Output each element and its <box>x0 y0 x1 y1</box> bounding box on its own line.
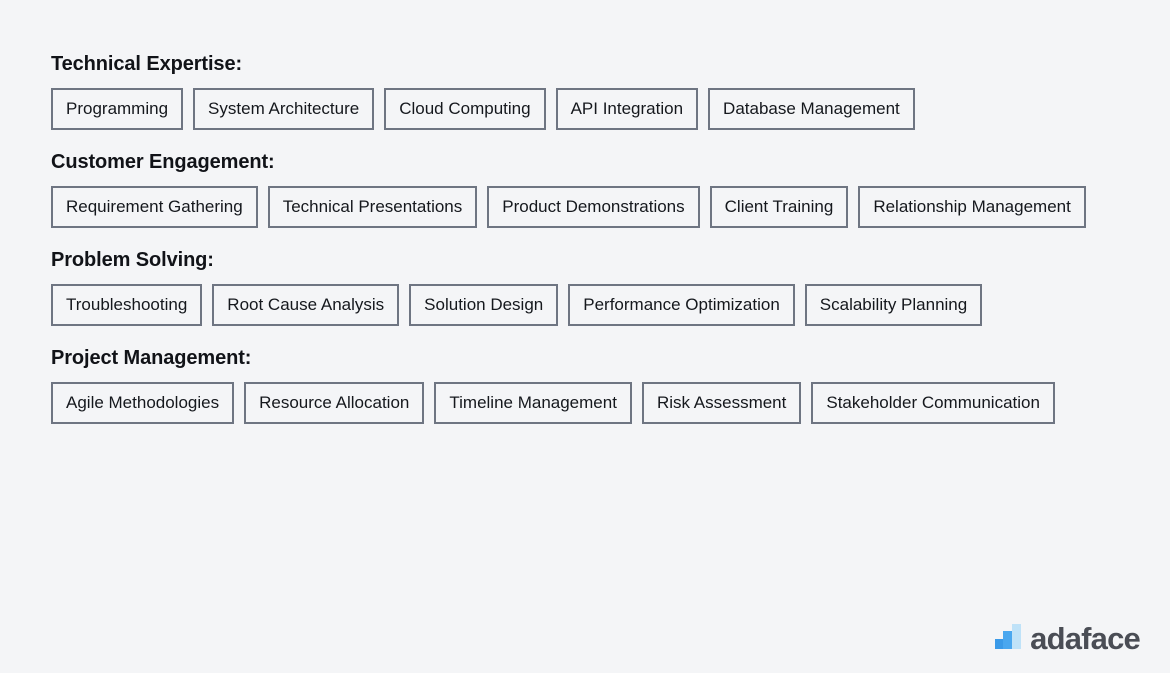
skills-page: Technical Expertise: Programming System … <box>0 0 1170 673</box>
tag-row: Programming System Architecture Cloud Co… <box>51 88 1126 130</box>
skill-tag[interactable]: Resource Allocation <box>244 382 425 424</box>
skill-tag[interactable]: Agile Methodologies <box>51 382 235 424</box>
bar-chart-icon-bar-mid <box>1003 631 1013 649</box>
skill-tag[interactable]: Risk Assessment <box>641 382 802 424</box>
skill-tag[interactable]: System Architecture <box>193 88 375 130</box>
skill-tag[interactable]: Requirement Gathering <box>51 186 258 228</box>
skill-tag[interactable]: Client Training <box>709 186 849 228</box>
skill-tag[interactable]: Technical Presentations <box>267 186 478 228</box>
section-heading: Technical Expertise: <box>51 53 243 75</box>
tag-row: Troubleshooting Root Cause Analysis Solu… <box>51 284 1126 326</box>
skill-tag[interactable]: Stakeholder Communication <box>811 382 1055 424</box>
skill-tag[interactable]: Database Management <box>708 88 915 130</box>
tag-row: Agile Methodologies Resource Allocation … <box>51 382 1126 424</box>
skill-tag[interactable]: Cloud Computing <box>384 88 546 130</box>
skill-tag[interactable]: Product Demonstrations <box>487 186 700 228</box>
skill-section: Technical Expertise: Programming System … <box>51 52 1170 130</box>
tag-row: Requirement Gathering Technical Presenta… <box>51 186 1126 228</box>
skill-tag[interactable]: Troubleshooting <box>51 284 203 326</box>
section-heading: Customer Engagement: <box>51 151 275 173</box>
adaface-wordmark: adaface <box>1030 621 1141 657</box>
skill-tag[interactable]: Solution Design <box>409 284 559 326</box>
skill-tag[interactable]: Relationship Management <box>858 186 1086 228</box>
skill-section: Customer Engagement: Requirement Gatheri… <box>51 150 1170 228</box>
bar-chart-icon-bar-tall <box>1012 624 1022 649</box>
skill-tag[interactable]: Performance Optimization <box>568 284 795 326</box>
skill-section: Problem Solving: Troubleshooting Root Ca… <box>51 248 1170 326</box>
skill-tag[interactable]: Programming <box>51 88 184 130</box>
skill-tag[interactable]: Timeline Management <box>434 382 632 424</box>
bar-chart-icon-bar-small <box>995 639 1004 649</box>
section-heading: Project Management: <box>51 347 252 369</box>
section-heading: Problem Solving: <box>51 249 214 271</box>
skill-tag[interactable]: Root Cause Analysis <box>212 284 400 326</box>
skill-tag[interactable]: API Integration <box>555 88 699 130</box>
skill-section: Project Management: Agile Methodologies … <box>51 346 1170 424</box>
skill-tag[interactable]: Scalability Planning <box>804 284 983 326</box>
bar-chart-icon <box>995 623 1022 649</box>
adaface-logo: adaface <box>995 621 1141 657</box>
